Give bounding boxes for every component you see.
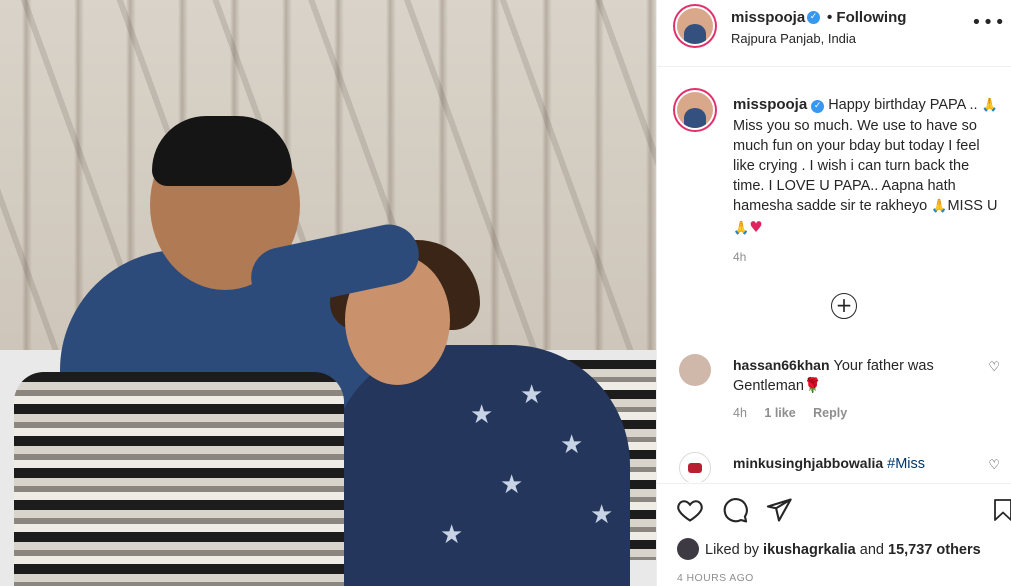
comment-text: hassan66khan Your father was Gentleman🌹 bbox=[733, 355, 963, 396]
post-timestamp[interactable]: 4 HOURS AGO bbox=[677, 572, 754, 584]
post-header: misspooja ✓ • Following Rajpura Panjab, … bbox=[657, 0, 1011, 67]
reply-button[interactable]: Reply bbox=[813, 406, 847, 420]
star-pattern-icon: ★ bbox=[500, 470, 524, 500]
plus-circle-icon[interactable]: + bbox=[831, 293, 857, 319]
verified-badge-icon: ✓ bbox=[811, 100, 825, 113]
caption-author-avatar[interactable] bbox=[675, 90, 715, 130]
commenter-avatar[interactable] bbox=[679, 452, 711, 482]
post-location[interactable]: Rajpura Panjab, India bbox=[731, 31, 856, 46]
liker-username[interactable]: ikushagrkalia bbox=[763, 542, 856, 558]
caption-line-c: MISS U bbox=[947, 198, 998, 214]
verified-badge-icon: ✓ bbox=[807, 11, 820, 24]
post-caption: misspooja ✓ Happy birthday PAPA .. 🙏 Miss … bbox=[733, 95, 1003, 239]
heart-emoji-icon: ♥ bbox=[749, 218, 763, 236]
comment-likes[interactable]: 1 like bbox=[764, 406, 795, 420]
comment-icon[interactable] bbox=[721, 496, 749, 524]
commenter-avatar[interactable] bbox=[679, 354, 711, 386]
star-pattern-icon: ★ bbox=[560, 430, 584, 460]
man-hair bbox=[152, 116, 292, 186]
comments-section[interactable]: misspooja ✓ Happy birthday PAPA .. 🙏 Miss … bbox=[657, 68, 1011, 482]
post-actions: Liked by ikushagrkalia and 15,737 others… bbox=[657, 483, 1011, 586]
commenter-username[interactable]: minkusinghjabbowalia bbox=[733, 455, 883, 471]
post-side-panel: misspooja ✓ • Following Rajpura Panjab, … bbox=[656, 0, 1011, 586]
folded-hands-icon: 🙏 bbox=[931, 199, 948, 214]
caption-time[interactable]: 4h bbox=[733, 250, 746, 264]
star-pattern-icon: ★ bbox=[470, 400, 494, 430]
striped-pillow bbox=[14, 372, 344, 586]
post-photo[interactable]: ★ ★ ★ ★ ★ ★ bbox=[0, 0, 656, 586]
comment-like-heart-icon[interactable]: ♡ bbox=[988, 360, 1000, 375]
caption-username[interactable]: misspooja bbox=[733, 96, 807, 113]
following-button[interactable]: • Following bbox=[827, 9, 906, 26]
comment-time[interactable]: 4h bbox=[733, 406, 747, 420]
comment-like-heart-icon[interactable]: ♡ bbox=[988, 458, 1000, 473]
liked-by-prefix: Liked by bbox=[705, 542, 760, 558]
comment-meta: 4h 1 like Reply bbox=[733, 406, 861, 420]
likes-summary: Liked by ikushagrkalia and 15,737 others bbox=[677, 538, 981, 560]
caption-line-a: Happy birthday PAPA .. bbox=[828, 97, 978, 113]
woman-figure bbox=[330, 345, 630, 586]
author-avatar[interactable] bbox=[675, 6, 715, 46]
folded-hands-icon: 🙏 bbox=[981, 98, 998, 113]
author-username[interactable]: misspooja bbox=[731, 9, 805, 26]
likes-count[interactable]: 15,737 others bbox=[888, 542, 981, 558]
folded-hands-icon: 🙏 bbox=[733, 221, 750, 236]
star-pattern-icon: ★ bbox=[520, 380, 544, 410]
star-pattern-icon: ★ bbox=[440, 520, 464, 550]
liker-avatar[interactable] bbox=[677, 538, 699, 560]
more-options-icon[interactable]: ••• bbox=[971, 12, 1006, 33]
heart-icon[interactable] bbox=[675, 496, 705, 524]
bookmark-icon[interactable] bbox=[991, 496, 1011, 524]
comment-hashtag[interactable]: #Miss bbox=[887, 456, 925, 472]
commenter-username[interactable]: hassan66khan bbox=[733, 357, 830, 373]
comment-text: minkusinghjabbowalia #Miss bbox=[733, 453, 963, 474]
paper-plane-icon[interactable] bbox=[765, 496, 793, 524]
liked-by-joiner: and bbox=[859, 542, 884, 558]
star-pattern-icon: ★ bbox=[590, 500, 614, 530]
